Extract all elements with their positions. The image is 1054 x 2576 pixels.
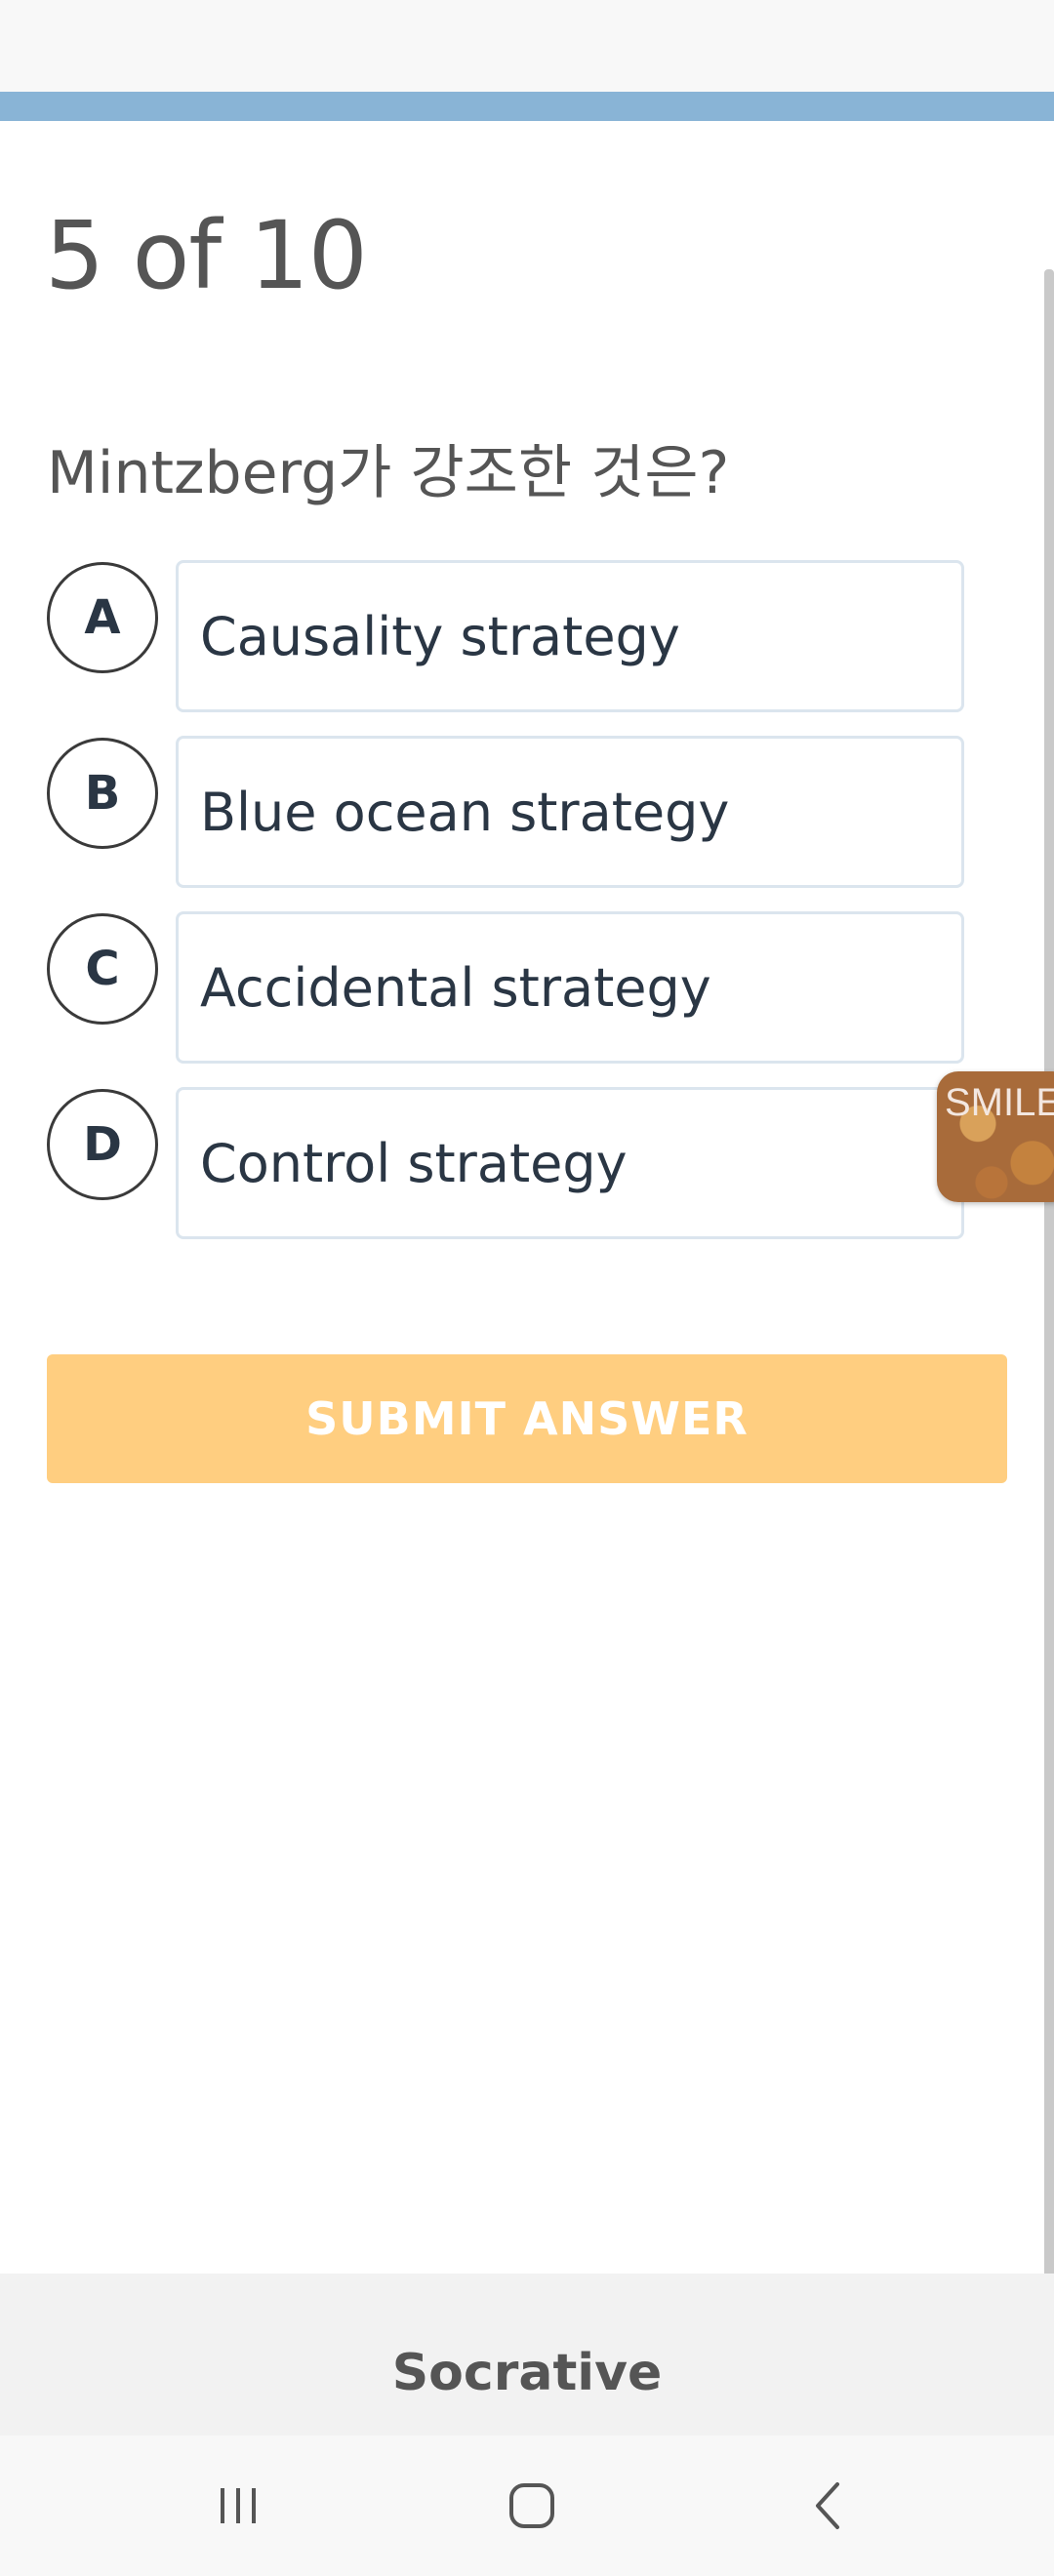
home-glyph: [509, 2483, 554, 2528]
option-letter-d[interactable]: D: [47, 1089, 158, 1200]
option-d[interactable]: D Control strategy: [47, 1087, 964, 1239]
question-text: Mintzberg가 강조한 것은?: [47, 439, 730, 507]
home-icon[interactable]: [493, 2471, 571, 2541]
option-text-c[interactable]: Accidental strategy: [176, 911, 964, 1064]
answer-options: A Causality strategy B Blue ocean strate…: [47, 560, 964, 1263]
back-icon[interactable]: [789, 2471, 867, 2541]
scrollbar[interactable]: [1044, 269, 1054, 2367]
footer: Socrative: [0, 2274, 1054, 2435]
option-text-d[interactable]: Control strategy: [176, 1087, 964, 1239]
bubble-label: SMILE: [945, 1081, 1054, 1124]
progress-fill: [0, 92, 1054, 121]
progress-bar: [0, 92, 1054, 121]
option-text-b[interactable]: Blue ocean strategy: [176, 736, 964, 888]
submit-answer-button[interactable]: SUBMIT ANSWER: [47, 1354, 1007, 1483]
option-letter-a[interactable]: A: [47, 562, 158, 673]
footer-brand: Socrative: [391, 2344, 663, 2402]
question-counter: 5 of 10: [45, 201, 368, 310]
option-letter-b[interactable]: B: [47, 738, 158, 849]
back-glyph: [816, 2482, 839, 2529]
navigation-bar: [0, 2435, 1054, 2576]
floating-chat-bubble[interactable]: SMILE: [937, 1071, 1054, 1202]
option-c[interactable]: C Accidental strategy: [47, 911, 964, 1064]
option-letter-c[interactable]: C: [47, 913, 158, 1025]
option-b[interactable]: B Blue ocean strategy: [47, 736, 964, 888]
option-text-a[interactable]: Causality strategy: [176, 560, 964, 712]
recent-apps-icon[interactable]: [199, 2471, 277, 2541]
status-bar: [0, 0, 1054, 92]
recent-apps-glyph: [221, 2488, 256, 2523]
option-a[interactable]: A Causality strategy: [47, 560, 964, 712]
